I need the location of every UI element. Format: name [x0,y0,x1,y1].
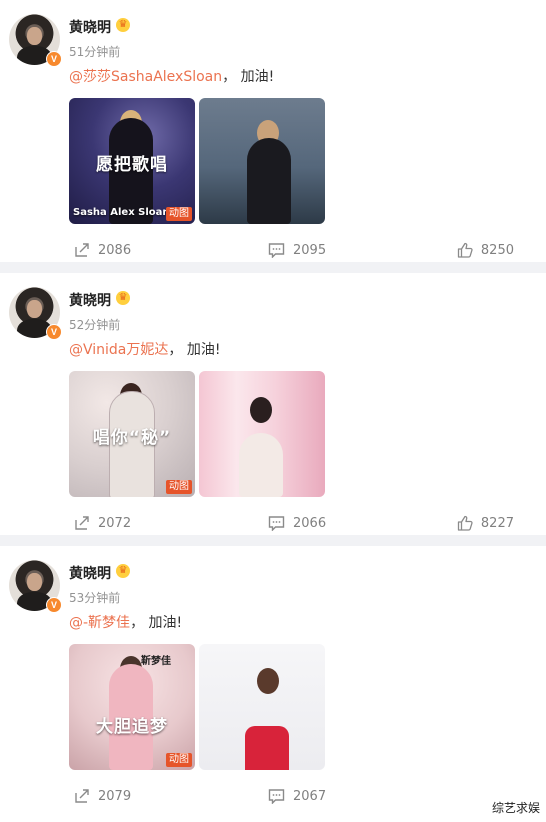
comment-icon [268,243,285,258]
gif-badge: 动图 [166,207,192,221]
verified-v-icon: V [46,324,62,340]
image-overlay-subtitle: Sasha Alex Sloan [73,207,170,218]
like-button[interactable]: 8250 [457,242,514,258]
share-icon [75,243,89,257]
share-count: 2086 [98,242,132,258]
post-image[interactable]: 靳梦佳 大胆追梦 动图 [69,644,195,770]
author-name[interactable]: 黄晓明 [69,290,111,310]
gif-badge: 动图 [166,753,192,767]
comment-count: 2067 [293,788,327,804]
image-overlay-subtitle: 靳梦佳 [141,656,171,667]
image-overlay-text: 大胆追梦 [96,717,168,737]
post-text: ， 加油! [222,69,275,85]
share-button[interactable]: 2086 [74,242,131,258]
post-card: V 黄晓明 ♛ 53分钟前 @-靳梦佳， 加油! 靳梦佳 大胆追梦 动图 207… [0,546,546,816]
thumbs-up-icon [457,242,473,258]
comment-button[interactable]: 2095 [268,242,326,258]
mention-link[interactable]: @Vinida万妮达 [69,342,168,358]
verified-v-icon: V [46,51,62,67]
crown-icon: ♛ [116,18,130,32]
action-bar: 2072 2066 8227 [0,509,546,539]
like-count: 8250 [480,242,514,258]
post-time[interactable]: 51分钟前 [69,43,120,60]
post-image[interactable]: 唱你“秘” 动图 [69,371,195,497]
share-count: 2072 [98,515,132,531]
post-card: V 黄晓明 ♛ 51分钟前 @莎莎SashaAlexSloan， 加油! 愿把歌… [0,0,546,262]
post-image[interactable] [199,644,325,770]
comment-button[interactable]: 2067 [268,788,326,804]
image-overlay-text: 唱你“秘” [92,428,172,448]
share-count: 2079 [98,788,132,804]
author-name[interactable]: 黄晓明 [69,17,111,37]
post-image[interactable]: 愿把歌唱 Sasha Alex Sloan 动图 [69,98,195,224]
post-card: V 黄晓明 ♛ 52分钟前 @Vinida万妮达， 加油! 唱你“秘” 动图 2… [0,273,546,535]
crown-icon: ♛ [116,564,130,578]
mention-link[interactable]: @莎莎SashaAlexSloan [69,69,222,85]
post-time[interactable]: 53分钟前 [69,589,120,606]
post-image[interactable] [199,98,325,224]
action-bar: 2079 2067 [0,782,546,812]
comment-icon [268,789,285,804]
post-time[interactable]: 52分钟前 [69,316,120,333]
post-image[interactable] [199,371,325,497]
thumbs-up-icon [457,515,473,531]
post-content: @-靳梦佳， 加油! [69,612,182,632]
watermark: 综艺求娱 [489,799,542,816]
verified-v-icon: V [46,597,62,613]
mention-link[interactable]: @-靳梦佳 [69,615,130,631]
post-content: @Vinida万妮达， 加油! [69,339,220,359]
weibo-feed: V 黄晓明 ♛ 51分钟前 @莎莎SashaAlexSloan， 加油! 愿把歌… [0,0,546,816]
like-count: 8227 [480,515,514,531]
share-button[interactable]: 2079 [74,788,131,804]
author-name[interactable]: 黄晓明 [69,563,111,583]
image-overlay-text: 愿把歌唱 [96,155,168,175]
comment-button[interactable]: 2066 [268,515,326,531]
crown-icon: ♛ [116,291,130,305]
post-text: ， 加油! [168,342,221,358]
post-text: ， 加油! [130,615,183,631]
comment-count: 2066 [293,515,327,531]
share-icon [75,789,89,803]
share-icon [75,516,89,530]
comment-icon [268,516,285,531]
like-button[interactable]: 8227 [457,515,514,531]
comment-count: 2095 [293,242,327,258]
share-button[interactable]: 2072 [74,515,131,531]
post-content: @莎莎SashaAlexSloan， 加油! [69,66,274,86]
action-bar: 2086 2095 8250 [0,236,546,266]
gif-badge: 动图 [166,480,192,494]
